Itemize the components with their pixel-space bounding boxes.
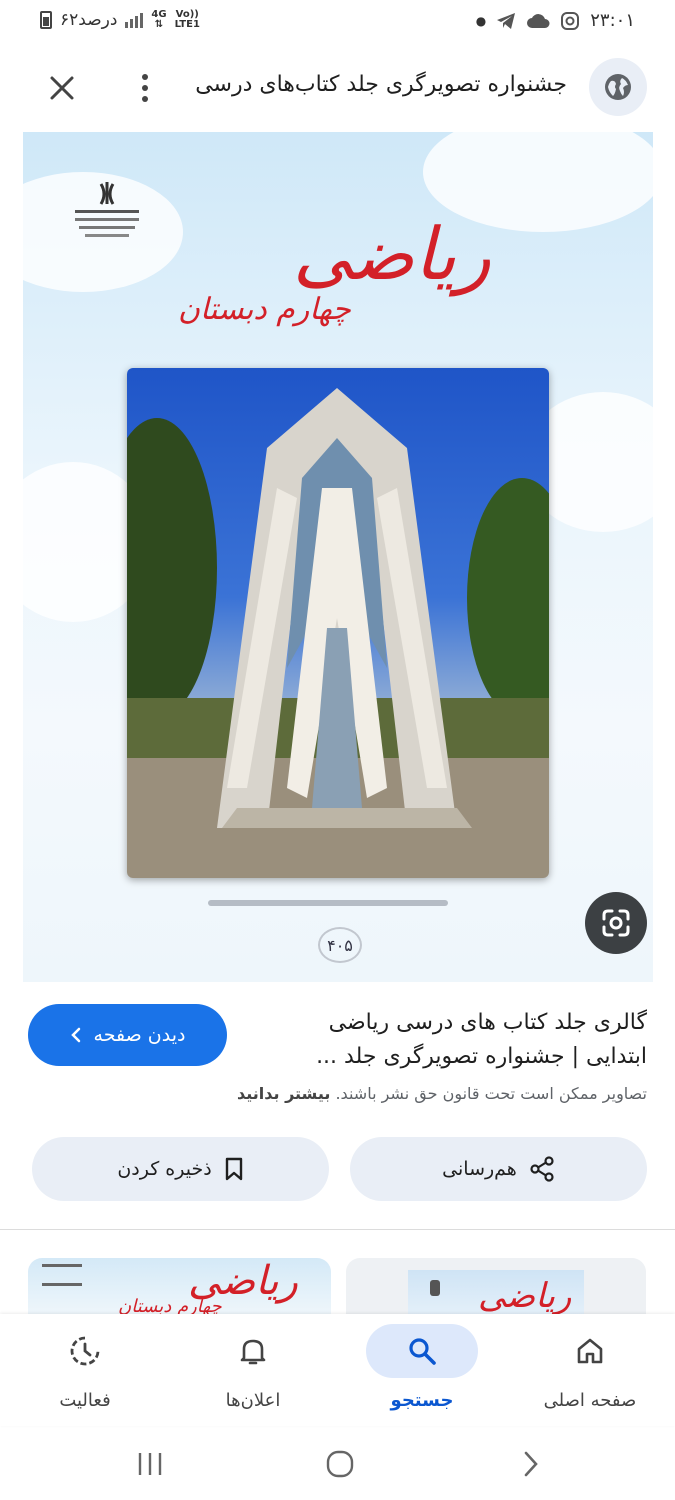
- lens-icon: [602, 909, 630, 937]
- battery-icon: [40, 11, 52, 29]
- visit-page-button[interactable]: دیدن صفحه: [28, 1004, 227, 1066]
- thumbnail-cover: ریاضی: [408, 1270, 584, 1314]
- thumbnail-emblem-icon: [42, 1264, 82, 1286]
- globe-icon[interactable]: [589, 58, 647, 116]
- related-thumbnail[interactable]: ریاضی: [346, 1258, 646, 1314]
- section-divider: [0, 1229, 675, 1230]
- search-icon: [409, 1338, 436, 1365]
- home-icon-wrap: [534, 1324, 646, 1378]
- bell-icon: [240, 1339, 266, 1365]
- result-title-line2: ابتدایی | جشنواره تصویرگری جلد ...: [316, 1044, 647, 1069]
- clock: ۲۳:۰۱: [590, 10, 635, 31]
- page-title[interactable]: جشنواره تصویرگری جلد کتاب‌های درسی: [195, 72, 567, 97]
- cover-caption-line: [208, 900, 448, 906]
- nav-search-label: جستجو: [390, 1390, 454, 1411]
- ministry-emblem-icon: [75, 182, 139, 237]
- signal-bars-icon: [125, 12, 144, 28]
- viewer-header: جشنواره تصویرگری جلد کتاب‌های درسی: [0, 58, 675, 118]
- save-button[interactable]: ذخیره کردن: [32, 1137, 329, 1201]
- back-icon[interactable]: [508, 1444, 552, 1484]
- network-type: 4G ⇅: [151, 10, 166, 30]
- bottom-navigation: صفحه اصلی جستجو اعلان‌ها فعالیت: [0, 1314, 675, 1426]
- visit-label: دیدن صفحه: [93, 1024, 186, 1046]
- activity-icon-wrap: [29, 1324, 141, 1378]
- nav-home-label: صفحه اصلی: [543, 1390, 637, 1411]
- thumbnail-title: ریاضی: [478, 1276, 572, 1314]
- book-title: ریاضی: [293, 212, 491, 296]
- nav-notifications[interactable]: اعلان‌ها: [183, 1324, 323, 1424]
- thumbnail-emblem-icon: [430, 1280, 440, 1296]
- copyright-text: تصاویر ممکن است تحت قانون حق نشر باشند.: [335, 1084, 647, 1103]
- learn-more-link[interactable]: بیشتر بدانید: [237, 1084, 330, 1103]
- system-navigation: [0, 1430, 675, 1500]
- telegram-icon: [497, 12, 516, 29]
- status-left: ۶۲درصد 4G ⇅ Vo)) LTE1: [40, 10, 200, 30]
- book-subtitle: چهارم دبستان: [178, 292, 351, 327]
- dot-icon: ●: [475, 13, 487, 28]
- cloud-icon: [527, 13, 550, 28]
- cover-photo: [127, 368, 549, 878]
- chevron-left-icon: [70, 1027, 80, 1043]
- search-icon-wrap: [366, 1324, 478, 1378]
- book-number-badge: ۴۰۵: [318, 927, 362, 963]
- share-button[interactable]: هم‌رسانی: [350, 1137, 647, 1201]
- copyright-notice: تصاویر ممکن است تحت قانون حق نشر باشند. …: [237, 1084, 647, 1103]
- nav-notifications-label: اعلان‌ها: [225, 1390, 281, 1411]
- data-arrows-icon: ⇅: [154, 19, 164, 30]
- bookmark-icon: [225, 1157, 242, 1181]
- volte-indicator: Vo)) LTE1: [175, 10, 200, 30]
- home-circle-icon[interactable]: [318, 1444, 362, 1484]
- result-title[interactable]: گالری جلد کتاب های درسی ریاضی ابتدایی | …: [257, 1006, 647, 1074]
- nav-activity[interactable]: فعالیت: [15, 1324, 155, 1424]
- thumbnail-subtitle: چهارم دبستان: [118, 1296, 222, 1314]
- related-thumbnail[interactable]: ریاضی چهارم دبستان: [28, 1258, 331, 1314]
- status-bar: ۶۲درصد 4G ⇅ Vo)) LTE1 ● ۲۳:۰۱: [0, 0, 675, 44]
- share-icon: [530, 1156, 554, 1182]
- activity-icon: [70, 1336, 100, 1366]
- home-icon: [577, 1338, 603, 1364]
- close-icon[interactable]: [42, 68, 82, 108]
- bell-icon-wrap: [197, 1324, 309, 1378]
- more-vert-icon[interactable]: [130, 68, 160, 108]
- battery-text: ۶۲درصد: [60, 10, 118, 30]
- share-label: هم‌رسانی: [442, 1158, 517, 1180]
- save-label: ذخیره کردن: [117, 1158, 212, 1180]
- nav-activity-label: فعالیت: [59, 1390, 111, 1411]
- status-right: ● ۲۳:۰۱: [476, 10, 635, 31]
- main-image[interactable]: ریاضی چهارم دبستان ۴۰۵: [23, 132, 653, 982]
- monument-illustration: [127, 388, 549, 878]
- instagram-icon: [561, 11, 580, 30]
- nav-home[interactable]: صفحه اصلی: [520, 1324, 660, 1424]
- result-title-line1: گالری جلد کتاب های درسی ریاضی: [328, 1010, 647, 1035]
- recents-icon[interactable]: [128, 1444, 172, 1484]
- nav-search[interactable]: جستجو: [352, 1324, 492, 1424]
- lens-button[interactable]: [585, 892, 647, 954]
- lte-label: LTE1: [174, 19, 200, 30]
